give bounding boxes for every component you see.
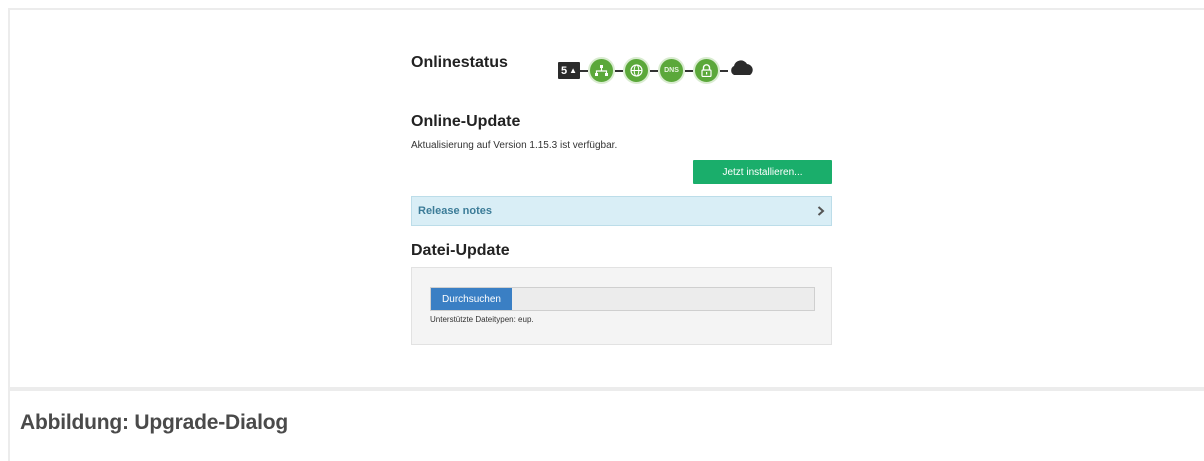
- install-now-button[interactable]: Jetzt installieren...: [693, 160, 832, 184]
- file-update-title: Datei-Update: [411, 242, 510, 259]
- lock-icon: [693, 57, 720, 84]
- dns-icon: DNS: [658, 57, 685, 84]
- figure-caption: Abbildung: Upgrade-Dialog: [20, 411, 288, 434]
- stepper-arrows-icon: ▲: [569, 66, 578, 75]
- online-status-row: Onlinestatus 5 ▲ DNS: [411, 48, 832, 88]
- chevron-right-icon: [817, 204, 825, 219]
- status-link: [580, 69, 588, 72]
- release-notes-label: Release notes: [418, 205, 492, 217]
- status-chain: 5 ▲ DNS: [558, 57, 756, 84]
- cloud-icon: [728, 60, 756, 81]
- counter-value: 5: [560, 64, 568, 77]
- upgrade-dialog: Onlinestatus 5 ▲ DNS Online-Update Aktua…: [411, 48, 832, 345]
- status-link: [615, 69, 623, 72]
- browse-button[interactable]: Durchsuchen: [431, 288, 512, 310]
- update-available-message: Aktualisierung auf Version 1.15.3 ist ve…: [411, 140, 618, 151]
- file-update-panel: Durchsuchen Unterstützte Dateitypen: eup…: [411, 267, 832, 345]
- supported-file-types: Unterstützte Dateitypen: eup.: [430, 315, 534, 324]
- status-link: [685, 69, 693, 72]
- caption-divider: [8, 387, 1204, 391]
- top-divider: [8, 8, 1204, 10]
- status-link: [720, 69, 728, 72]
- left-divider: [8, 8, 10, 461]
- globe-icon: [623, 57, 650, 84]
- online-status-title: Onlinestatus: [411, 54, 508, 71]
- dns-label: DNS: [664, 67, 679, 74]
- release-notes-toggle[interactable]: Release notes: [411, 196, 832, 226]
- network-icon: [588, 57, 615, 84]
- page: Onlinestatus 5 ▲ DNS Online-Update Aktua…: [0, 0, 1204, 461]
- status-link: [650, 69, 658, 72]
- online-update-title: Online-Update: [411, 113, 521, 130]
- interface-counter[interactable]: 5 ▲: [558, 62, 580, 79]
- file-picker[interactable]: Durchsuchen: [430, 287, 815, 311]
